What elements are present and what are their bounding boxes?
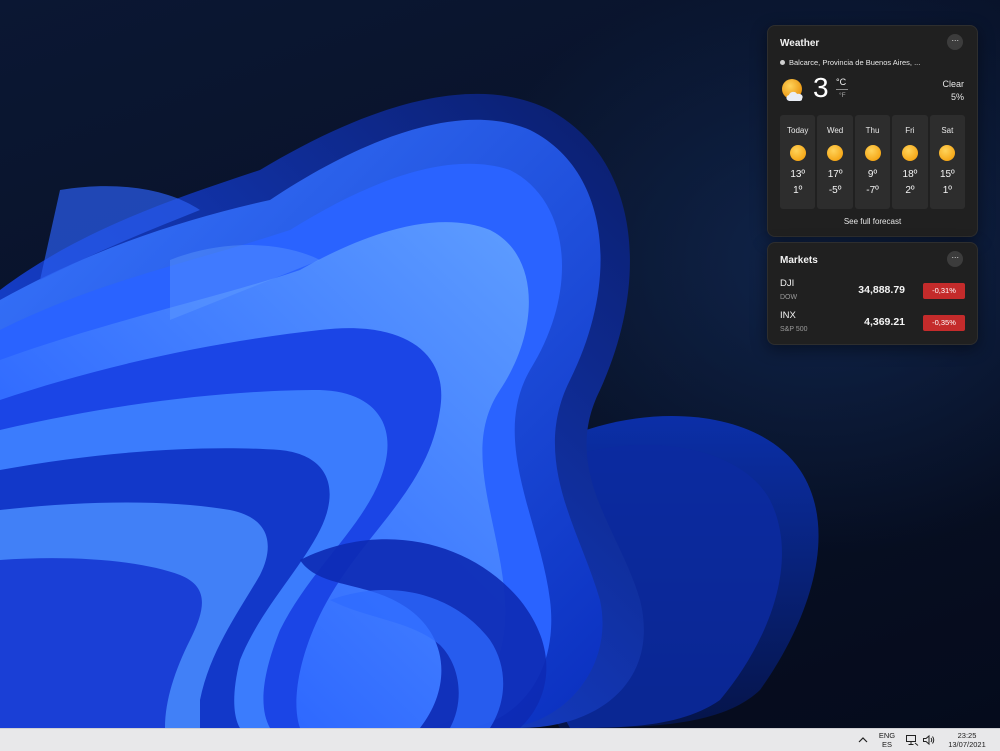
forecast-day-label: Wed — [826, 126, 844, 135]
forecast-day[interactable]: Wed 17º -5º — [817, 115, 853, 209]
forecast-high: 13º — [790, 169, 806, 180]
forecast-strip: Today 13º 1º Wed 17º -5º Thu 9º -7º Fri … — [780, 115, 966, 209]
sun-icon — [864, 145, 881, 161]
markets-title: Markets — [780, 255, 818, 266]
unit-divider — [836, 89, 848, 90]
index-name: DOW — [780, 294, 798, 301]
weather-title: Weather — [780, 38, 820, 49]
weather-widget[interactable]: Weather ··· Balcarce, Provincia de Bueno… — [767, 25, 978, 237]
sun-icon — [939, 145, 956, 161]
location-pin-icon — [780, 59, 785, 65]
weather-location[interactable]: Balcarce, Provincia de Buenos Aires, ... — [780, 58, 920, 67]
input-language-indicator[interactable]: ENG ES — [876, 731, 898, 749]
forecast-high: 15º — [939, 169, 955, 180]
sun-icon — [789, 145, 806, 161]
forecast-day-label: Thu — [865, 126, 880, 135]
forecast-low: -5º — [828, 185, 842, 196]
index-name: S&P 500 — [780, 326, 808, 333]
language-code: ENG — [878, 731, 896, 740]
volume-icon[interactable] — [922, 734, 936, 746]
current-temperature: 3 — [813, 72, 829, 103]
system-clock[interactable]: 23:25 13/07/2021 — [942, 731, 992, 749]
sun-icon — [901, 145, 918, 161]
ticker-symbol: INX — [780, 310, 796, 321]
weather-more-options-button[interactable]: ··· — [947, 34, 963, 50]
forecast-day-label: Today — [787, 126, 809, 135]
keyboard-layout-code: ES — [881, 740, 892, 749]
clock-time: 23:25 — [957, 731, 977, 740]
sun-icon — [827, 145, 844, 161]
forecast-day[interactable]: Sat 15º 1º — [929, 115, 966, 209]
location-text: Balcarce, Provincia de Buenos Aires, ... — [789, 58, 921, 67]
index-price: 34,888.79 — [858, 284, 905, 296]
unit-fahrenheit-toggle[interactable]: °F — [839, 92, 846, 99]
market-row[interactable]: DJI DOW 34,888.79 -0,31% — [780, 278, 965, 306]
forecast-high: 17º — [827, 169, 843, 180]
clock-date: 13/07/2021 — [948, 740, 986, 749]
forecast-day-label: Fri — [905, 126, 915, 135]
forecast-day[interactable]: Thu 9º -7º — [854, 115, 891, 209]
forecast-low: 1º — [942, 185, 952, 196]
forecast-day[interactable]: Fri 18º 2º — [892, 115, 928, 209]
precipitation-chance: 5% — [950, 92, 964, 102]
taskbar: ENG ES 23:25 13/07/2021 — [0, 728, 1000, 751]
weather-condition: Clear — [942, 79, 964, 89]
ticker-symbol: DJI — [780, 278, 795, 289]
forecast-low: -7º — [866, 185, 879, 196]
forecast-low: 2º — [905, 185, 915, 196]
change-badge: -0,31% — [923, 283, 965, 299]
index-price: 4,369.21 — [864, 316, 905, 328]
market-row[interactable]: INX S&P 500 4,369.21 -0,35% — [780, 310, 965, 338]
forecast-day-label: Sat — [941, 126, 954, 135]
markets-more-options-button[interactable]: ··· — [947, 251, 963, 267]
sun-cloud-icon — [782, 79, 803, 101]
see-full-forecast-link[interactable]: See full forecast — [768, 217, 977, 226]
chevron-up-icon[interactable] — [856, 734, 870, 746]
markets-widget[interactable]: Markets ··· DJI DOW 34,888.79 -0,31% INX… — [767, 242, 978, 345]
forecast-high: 9º — [867, 169, 878, 180]
forecast-day[interactable]: Today 13º 1º — [780, 115, 816, 209]
change-badge: -0,35% — [923, 315, 965, 331]
forecast-low: 1º — [793, 185, 803, 196]
forecast-high: 18º — [902, 169, 918, 180]
network-icon[interactable] — [905, 734, 919, 746]
unit-celsius-toggle[interactable]: °C — [836, 77, 846, 87]
